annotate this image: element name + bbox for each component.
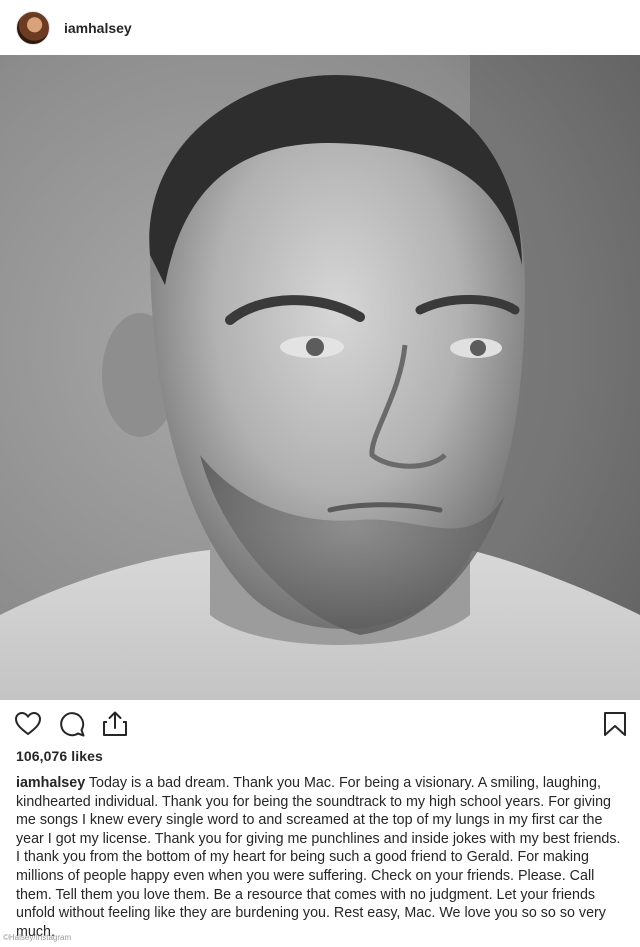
bookmark-icon[interactable] <box>601 710 629 738</box>
action-bar <box>0 700 640 748</box>
post-header: iamhalsey <box>0 0 640 55</box>
avatar[interactable] <box>16 10 50 45</box>
post-photo[interactable] <box>0 55 640 700</box>
portrait-image <box>0 55 640 700</box>
speech-bubble-icon[interactable] <box>58 710 86 738</box>
likes-count[interactable]: 106,076 likes <box>16 748 103 764</box>
caption-text: Today is a bad dream. Thank you Mac. For… <box>16 775 621 940</box>
photo-credit: ©Halsey/Instagram <box>3 933 72 942</box>
heart-outline-icon[interactable] <box>14 710 42 738</box>
post-caption: iamhalsey Today is a bad dream. Thank yo… <box>16 774 628 941</box>
username[interactable]: iamhalsey <box>64 20 132 36</box>
share-arrow-icon[interactable] <box>101 710 129 738</box>
caption-username[interactable]: iamhalsey <box>16 775 85 791</box>
